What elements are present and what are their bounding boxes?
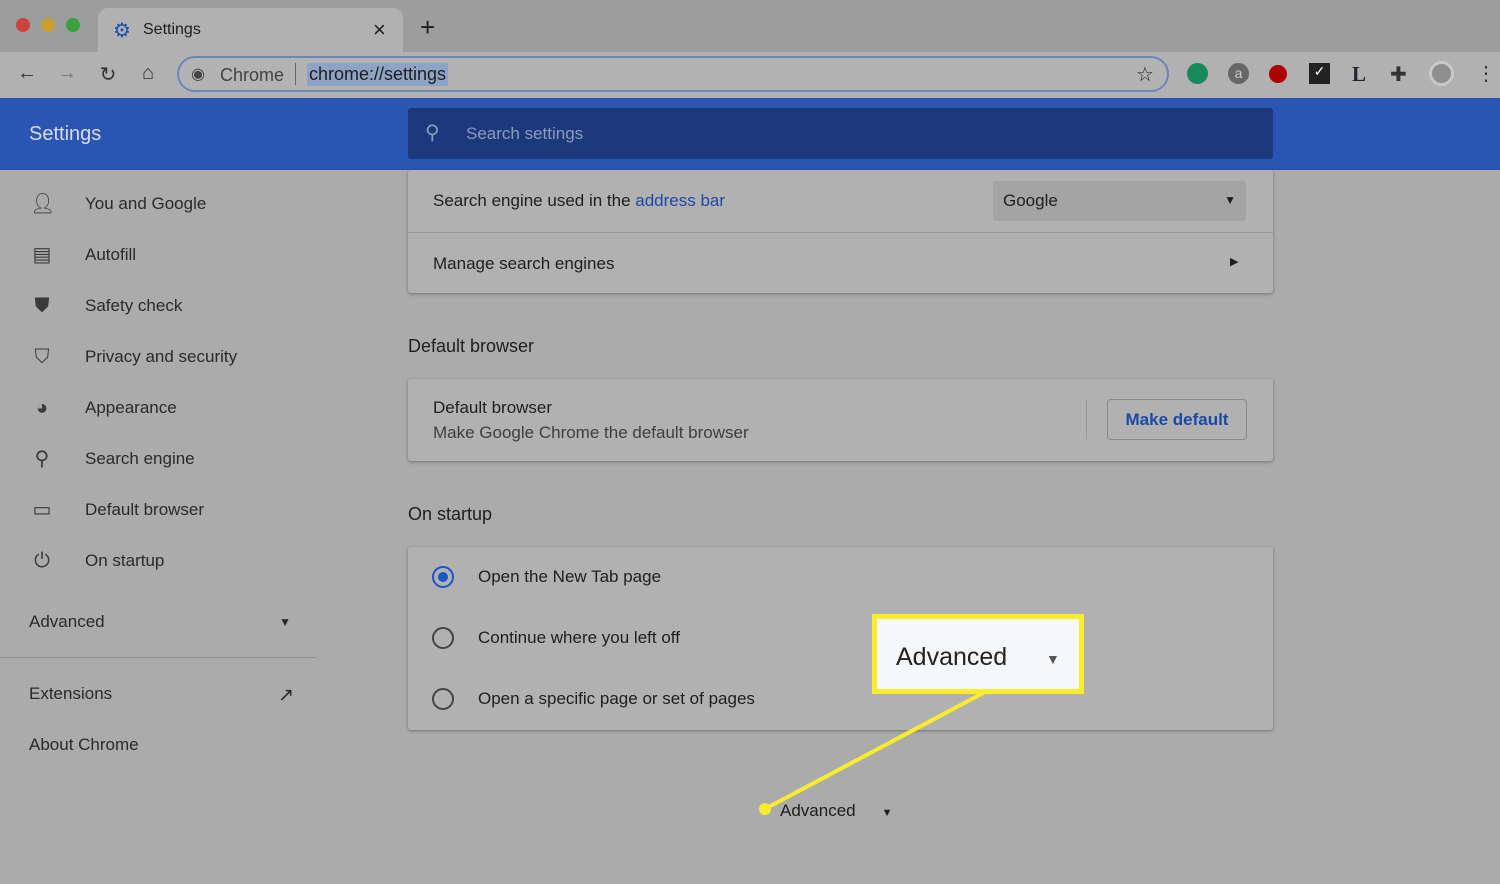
callout-dot xyxy=(759,803,771,815)
chevron-down-icon: ▼ xyxy=(1046,651,1060,667)
callout-label: Advanced xyxy=(896,643,1008,671)
callout-box: Advanced ▼ xyxy=(872,614,1084,694)
callout-leader-line xyxy=(759,690,986,815)
